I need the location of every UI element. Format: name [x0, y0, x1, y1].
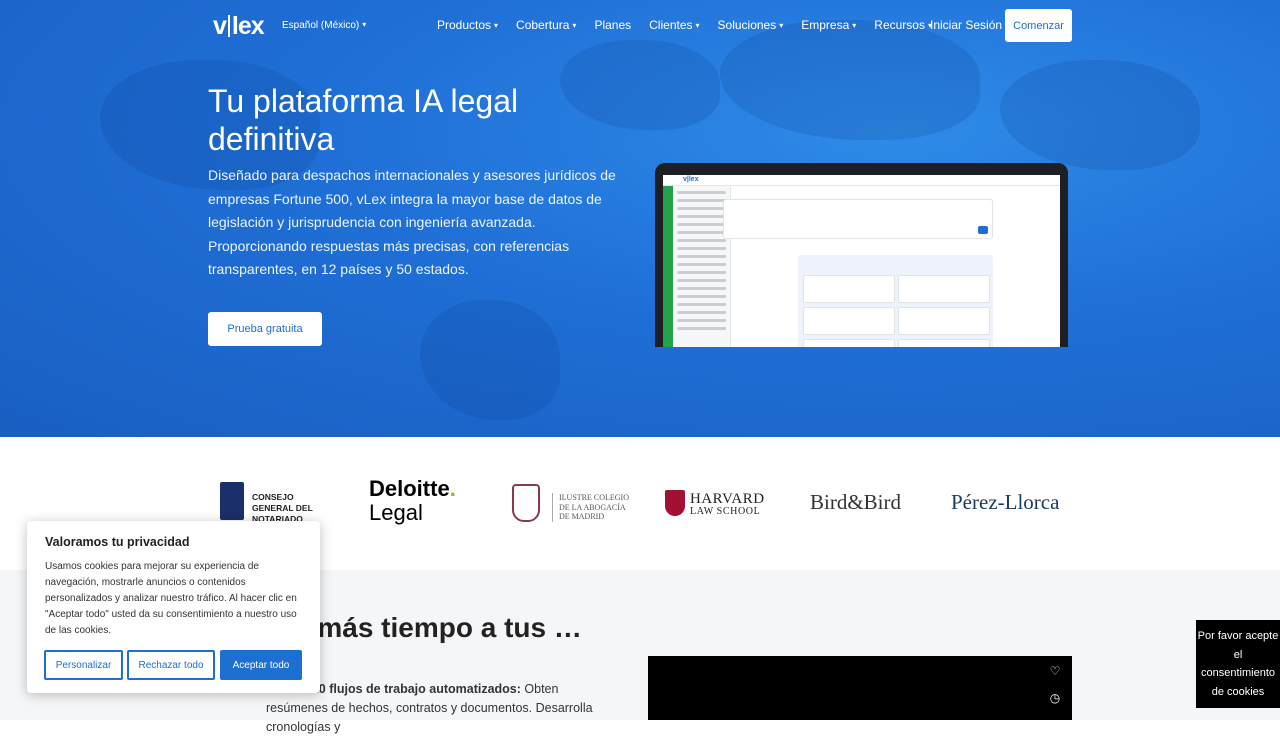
chevron-down-icon: ▾: [572, 21, 577, 30]
cookie-consent-dialog: Valoramos tu privacidad Usamos cookies p…: [27, 521, 320, 693]
icam-emblem-icon: [512, 484, 540, 522]
app-workflows-panel: [798, 255, 993, 347]
language-label: Español (México): [282, 20, 360, 31]
chevron-down-icon: ▾: [362, 20, 367, 29]
chevron-down-icon: ▾: [852, 21, 857, 30]
nav-item-clientes[interactable]: Clientes ▾: [649, 18, 699, 32]
customize-button[interactable]: Personalizar: [44, 650, 123, 680]
nav-item-planes[interactable]: Planes: [594, 18, 631, 32]
start-button[interactable]: Comenzar: [1005, 9, 1072, 42]
deloitte-legal-logo: Deloitte. Legal: [369, 476, 456, 525]
cookie-consent-notice: Por favor acepte el consentimiento de co…: [1196, 620, 1280, 708]
nav-item-productos[interactable]: Productos ▾: [437, 18, 498, 32]
perez-llorca-logo: Pérez-Llorca: [951, 490, 1060, 514]
chevron-down-icon: ▾: [779, 21, 784, 30]
nav-item-empresa[interactable]: Empresa ▾: [801, 18, 856, 32]
app-topbar: v|lex: [663, 175, 1060, 186]
logo-text-lex: lex: [231, 12, 265, 40]
nav-item-soluciones[interactable]: Soluciones ▾: [718, 18, 784, 32]
hero-section: v lex Español (México) ▾ Productos ▾ Cobert…: [0, 0, 1280, 437]
laptop-product-screenshot: v|lex: [655, 163, 1068, 347]
hero-title: Tu plataforma IA legal definitiva: [208, 83, 519, 157]
clock-icon[interactable]: ◷: [1048, 691, 1062, 705]
accept-all-button[interactable]: Aceptar todo: [220, 650, 302, 680]
app-sidebar-strip: [663, 186, 673, 347]
reject-all-button[interactable]: Rechazar todo: [127, 650, 215, 680]
nav-menu: Productos ▾ Cobertura ▾ Planes Clientes ▾ S…: [437, 18, 950, 32]
vlex-logo[interactable]: v lex: [213, 12, 265, 41]
app-prompt-box: [723, 199, 993, 239]
chevron-down-icon: ▾: [695, 21, 700, 30]
chevron-down-icon: ▾: [494, 21, 499, 30]
icam-logo-text: ILUSTRE COLEGIO DE LA ABOGACÍA DE MADRID: [552, 493, 632, 522]
hero-description: Diseñado para despachos internacionales …: [208, 167, 616, 277]
notariado-logo: CONSEJO GENERAL DEL NOTARIADO: [220, 482, 330, 524]
login-link[interactable]: Iniciar Sesión: [930, 18, 1002, 32]
world-map-background: [0, 0, 1280, 437]
free-trial-button[interactable]: Prueba gratuita: [208, 312, 322, 346]
app-logo: v|lex: [683, 176, 699, 183]
app-preview-screen: v|lex: [663, 175, 1060, 347]
heart-icon[interactable]: ♡: [1048, 664, 1062, 678]
send-icon: [978, 226, 988, 234]
nav-item-cobertura[interactable]: Cobertura ▾: [516, 18, 576, 32]
cookie-text: Usamos cookies para mejorar su experienc…: [45, 561, 297, 636]
logo-bar: [227, 15, 230, 37]
nav-item-recursos[interactable]: Recursos ▾: [874, 18, 932, 32]
language-selector[interactable]: Español (México) ▾: [282, 20, 366, 31]
notariado-emblem-icon: [220, 482, 244, 520]
bird-and-bird-logo: Bird&Bird: [810, 490, 902, 514]
logo-text-v: v: [213, 12, 227, 40]
harvard-shield-icon: [665, 490, 685, 516]
video-player[interactable]: ♡ ◷: [648, 656, 1072, 720]
cookie-title: Valoramos tu privacidad: [45, 535, 190, 549]
top-navigation: v lex Español (México) ▾ Productos ▾ Cobert…: [0, 0, 1280, 52]
